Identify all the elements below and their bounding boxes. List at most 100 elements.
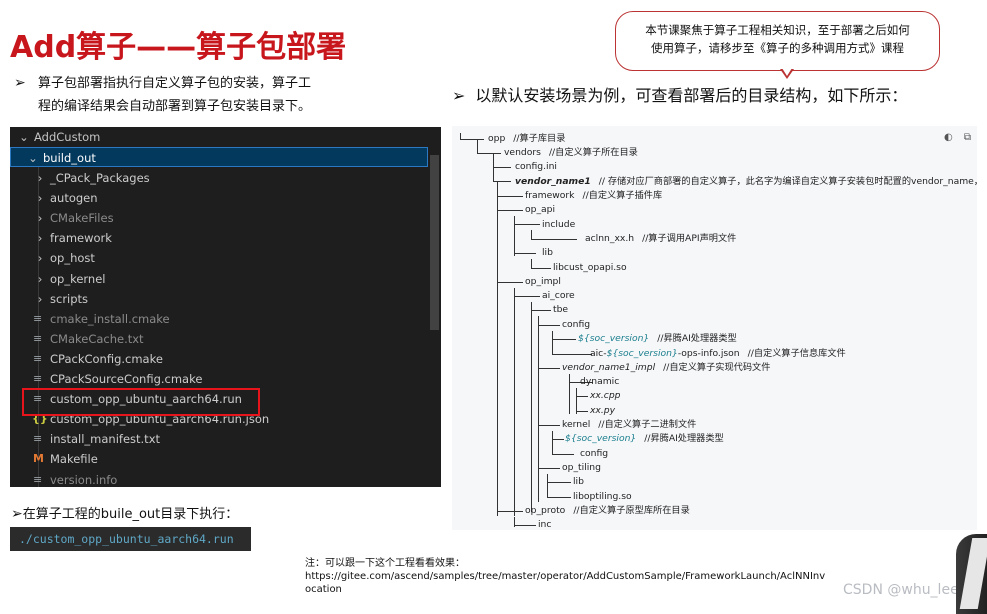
tree-text: lib	[573, 476, 584, 487]
tree-text: ${soc_version}	[606, 348, 678, 359]
explorer-file[interactable]: ≡ CPackSourceConfig.cmake	[10, 369, 428, 389]
tree-text: ai_core	[542, 290, 575, 301]
left-bullet-line: 算子包部署指执行自定义算子包的安装，算子工	[38, 76, 312, 91]
tree-text: xx.py	[590, 405, 616, 416]
tree-text: liboptiling.so	[573, 491, 632, 502]
tree-connector	[531, 239, 577, 240]
explorer-file[interactable]: M Makefile	[10, 449, 428, 469]
explorer-file[interactable]: ≡ CPackConfig.cmake	[10, 349, 428, 369]
tree-text: ${soc_version}	[578, 333, 650, 344]
tree-text: op_api	[525, 204, 556, 215]
tree-text: op_impl	[525, 276, 561, 287]
tree-text: tbe	[553, 304, 569, 315]
tree-text: aic-	[590, 348, 607, 359]
explorer-item-label: autogen	[50, 191, 98, 206]
tree-connector	[497, 182, 498, 516]
text-file-icon: ≡	[33, 351, 43, 365]
explorer-folder[interactable]: › op_host	[10, 248, 428, 268]
chevron-right-icon[interactable]: ›	[34, 269, 46, 289]
tree-connector	[514, 288, 515, 516]
tree-connector	[497, 196, 523, 197]
tree-connector	[552, 331, 553, 355]
explorer-item-label: scripts	[50, 291, 89, 306]
explorer-root-folder[interactable]: ⌄ AddCustom	[10, 127, 428, 147]
chevron-right-icon[interactable]: ›	[34, 228, 46, 248]
right-bullet: ➢ 以默认安装场景为例，可查看部署后的目录结构，如下所示：	[452, 82, 907, 106]
tree-connector	[531, 310, 551, 311]
chevron-right-icon[interactable]: ›	[34, 188, 46, 208]
explorer-item-label: op_host	[50, 251, 95, 266]
tree-node-vendor-name1: vendor_name1 // 存储对应厂商部署的自定义算子，此名字为编译自定义算…	[515, 175, 977, 189]
tree-node-op-impl: op_impl	[525, 275, 561, 289]
tree-node-tbe: tbe	[553, 303, 568, 317]
explorer-file[interactable]: ≡ cmake_install.cmake	[10, 309, 428, 329]
tree-node-op-proto: op_proto //自定义算子原型库所在目录	[525, 504, 690, 518]
explorer-scrollbar[interactable]	[430, 155, 439, 330]
bullet-arrow-icon: ➢	[452, 86, 466, 105]
tree-node-aic-ops-info: aic-${soc_version}-ops-info.json //自定义算子信…	[590, 347, 846, 361]
explorer-folder[interactable]: › scripts	[10, 289, 428, 309]
tree-node-xx-cpp: xx.cpp	[590, 389, 621, 403]
bottom-bullet-text: 在算子工程的buile_out目录下执行：	[22, 507, 239, 522]
chevron-right-icon[interactable]: ›	[34, 168, 46, 188]
tree-text: op_proto	[525, 505, 566, 516]
explorer-folder[interactable]: › CMakeFiles	[10, 208, 428, 228]
explorer-file[interactable]: ≡ install_manifest.txt	[10, 429, 428, 449]
tree-connector	[552, 454, 574, 455]
tree-text: lib	[542, 247, 553, 258]
tree-text: //算子库目录	[513, 133, 566, 144]
tree-text: aclnn_xx.h	[585, 233, 635, 244]
tree-connector	[538, 368, 560, 369]
tree-text: config.ini	[515, 161, 557, 172]
explorer-item-label: framework	[50, 231, 112, 246]
tree-text: -ops-info.json	[677, 348, 740, 359]
tree-node-inc: inc	[538, 518, 551, 530]
explorer-folder-build-out[interactable]: ⌄ build_out	[10, 147, 428, 167]
tree-connector	[497, 210, 523, 211]
tree-connector	[514, 525, 536, 526]
explorer-file[interactable]: ≡ CMakeCache.txt	[10, 329, 428, 349]
chevron-right-icon[interactable]: ›	[34, 208, 46, 228]
tree-text: dynamic	[580, 376, 620, 387]
tree-connector	[514, 224, 540, 225]
tree-text: framework	[525, 190, 575, 201]
tree-connector	[552, 431, 553, 455]
bullet-arrow-icon: ➢	[14, 75, 26, 91]
explorer-folder[interactable]: › autogen	[10, 188, 428, 208]
bottom-bullet: ➢在算子工程的buile_out目录下执行：	[11, 503, 238, 522]
chevron-right-icon[interactable]: ›	[34, 248, 46, 268]
tree-text: //昇腾AI处理器类型	[657, 333, 737, 344]
chevron-right-icon[interactable]: ›	[34, 289, 46, 309]
tree-connector	[493, 181, 511, 182]
tree-connector	[538, 425, 560, 426]
explorer-folder[interactable]: › _CPack_Packages	[10, 168, 428, 188]
tree-connector	[538, 325, 560, 326]
footnote-link-cont[interactable]: ocation	[305, 583, 865, 596]
copy-icon[interactable]: ⧉	[964, 132, 971, 143]
tree-text: kernel	[562, 419, 591, 430]
theme-icon[interactable]: ◐	[944, 132, 953, 143]
tree-node-lib: lib	[542, 246, 553, 260]
tree-text: include	[542, 219, 576, 230]
command-snippet[interactable]: ./custom_opp_ubuntu_aarch64.run	[10, 527, 251, 551]
text-file-icon: ≡	[33, 472, 43, 486]
tree-connector	[547, 474, 548, 498]
chevron-down-icon[interactable]: ⌄	[18, 127, 30, 147]
left-bullet-line: 程的编译结果会自动部署到算子包安装目录下。	[38, 99, 312, 114]
tree-connector	[552, 354, 592, 355]
tree-node-vendors: vendors //自定义算子所在目录	[504, 146, 638, 160]
explorer-file[interactable]: ≡ version.info	[10, 470, 428, 488]
callout-line: 使用算子，请移步至《算子的多种调用方式》课程	[651, 41, 904, 55]
tree-text: //算子调用API声明文件	[642, 233, 737, 244]
tree-connector	[514, 216, 515, 256]
chevron-down-icon[interactable]: ⌄	[27, 148, 39, 168]
explorer-folder[interactable]: › op_kernel	[10, 269, 428, 289]
footnote-link[interactable]: https://gitee.com/ascend/samples/tree/ma…	[305, 570, 865, 583]
tree-connector	[569, 374, 570, 414]
explorer-item-label: op_kernel	[50, 271, 106, 286]
explorer-folder[interactable]: › framework	[10, 228, 428, 248]
tree-node-lib-tiling: lib	[573, 475, 584, 489]
tree-text: vendor_name1	[515, 176, 591, 187]
tree-text: inc	[538, 519, 552, 530]
tree-node-ai-core: ai_core	[542, 289, 575, 303]
